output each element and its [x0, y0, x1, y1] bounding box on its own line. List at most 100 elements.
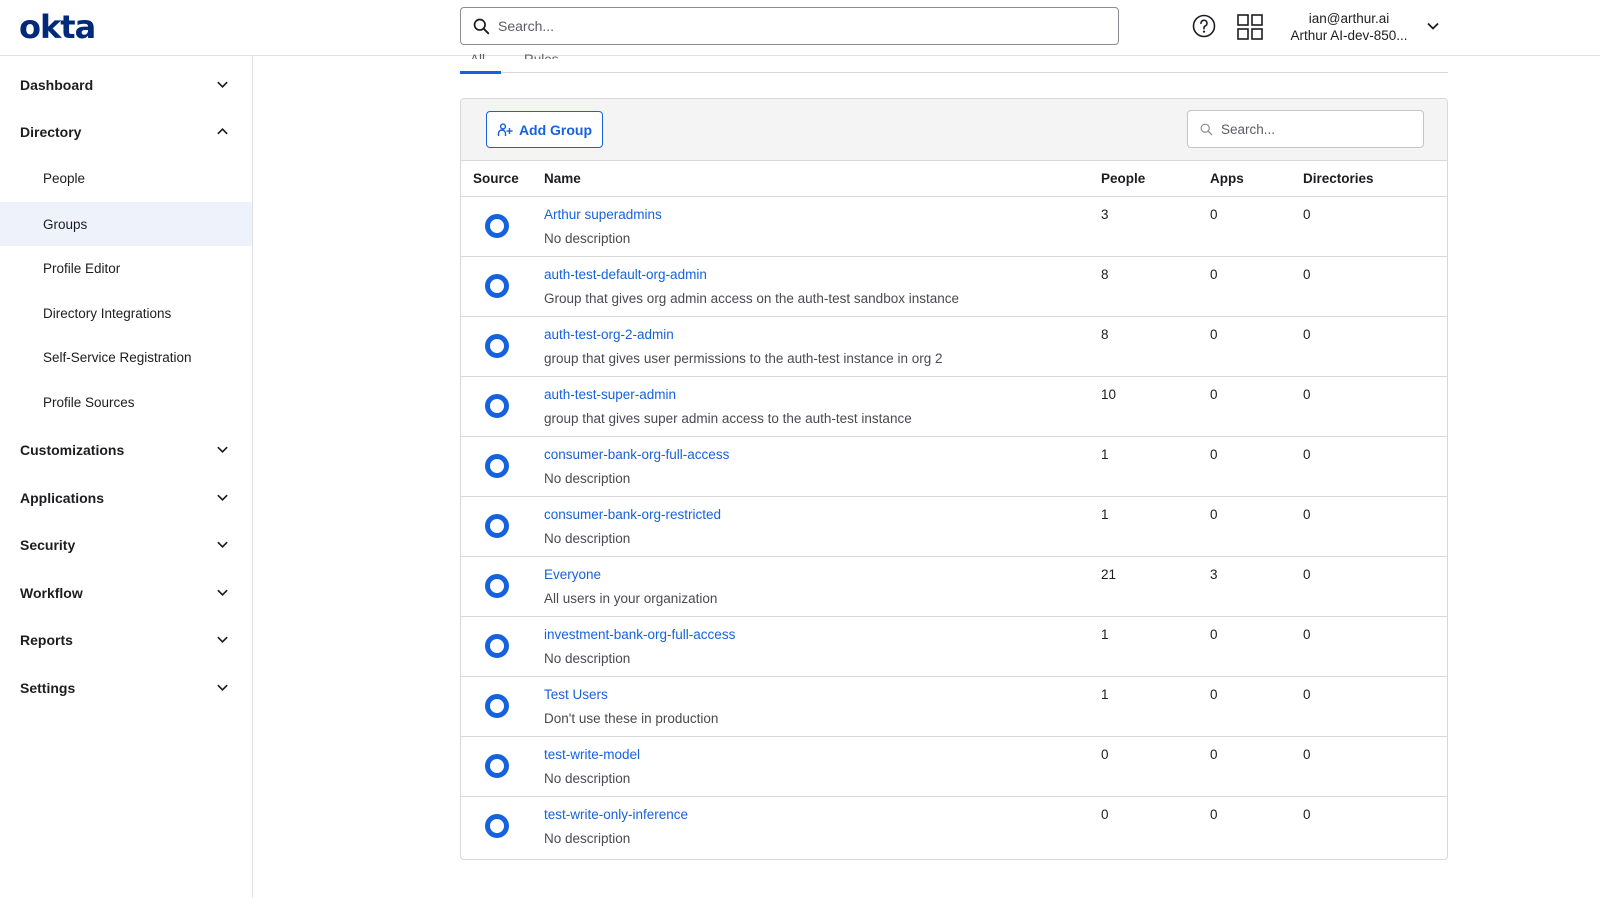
table-row: Arthur superadmins No description 3 0 0 — [461, 197, 1447, 257]
group-name-link[interactable]: auth-test-super-admin — [544, 387, 676, 402]
sidebar-item-label: Customizations — [20, 441, 125, 458]
chevron-down-icon — [217, 684, 228, 692]
chevron-down-icon[interactable] — [1426, 19, 1440, 33]
okta-source-icon — [485, 214, 509, 238]
global-search-box[interactable] — [460, 7, 1119, 45]
sidebar-item-label: Workflow — [20, 584, 83, 601]
table-row: consumer-bank-org-full-access No descrip… — [461, 437, 1447, 497]
group-name-link[interactable]: Arthur superadmins — [544, 207, 662, 222]
okta-logo[interactable]: okta — [19, 8, 96, 46]
group-name-link[interactable]: test-write-model — [544, 747, 640, 762]
sidebar-subitem-label: Directory Integrations — [43, 305, 172, 321]
tabs-divider — [460, 72, 1448, 73]
user-org: Arthur AI-dev-850... — [1290, 28, 1408, 43]
sidebar-subitem-label: Profile Sources — [43, 394, 135, 410]
group-description: group that gives super admin access to t… — [544, 411, 912, 426]
global-search-input[interactable] — [498, 18, 1098, 34]
sidebar-item-label: Directory — [20, 123, 82, 140]
sidebar: Dashboard Directory People Groups Profil… — [0, 56, 253, 898]
people-count: 21 — [1101, 567, 1117, 582]
group-name-link[interactable]: Everyone — [544, 567, 601, 582]
sidebar-subitem-label: People — [43, 170, 86, 186]
groups-search-box[interactable] — [1187, 110, 1424, 148]
table-row: consumer-bank-org-restricted No descript… — [461, 497, 1447, 557]
people-count: 1 — [1101, 507, 1109, 522]
group-name-link[interactable]: test-write-only-inference — [544, 807, 688, 822]
add-group-label: Add Group — [518, 121, 593, 138]
sidebar-subitem-label: Self-Service Registration — [43, 349, 192, 365]
sidebar-item-security[interactable]: Security — [0, 521, 252, 568]
app-switcher-icon[interactable] — [1237, 14, 1263, 40]
sidebar-item-settings[interactable]: Settings — [0, 664, 252, 711]
table-row: test-write-only-inference No description… — [461, 797, 1447, 857]
chevron-up-icon — [217, 127, 228, 135]
sidebar-item-applications[interactable]: Applications — [0, 474, 252, 521]
people-count: 8 — [1101, 327, 1109, 342]
table-row: Test Users Don't use these in production… — [461, 677, 1447, 737]
group-description: group that gives user permissions to the… — [544, 351, 943, 366]
directories-count: 0 — [1303, 747, 1311, 762]
people-count: 10 — [1101, 387, 1117, 402]
group-description: No description — [544, 231, 631, 246]
groups-panel: Add Group Source Name People Apps Direct… — [460, 98, 1448, 860]
group-description: No description — [544, 831, 631, 846]
groups-search-input[interactable] — [1221, 121, 1421, 137]
group-description: Group that gives org admin access on the… — [544, 291, 959, 306]
sidebar-item-reports[interactable]: Reports — [0, 616, 252, 663]
apps-count: 0 — [1210, 327, 1218, 342]
group-name-link[interactable]: Test Users — [544, 687, 608, 702]
directories-count: 0 — [1303, 327, 1311, 342]
sidebar-item-workflow[interactable]: Workflow — [0, 569, 252, 616]
chevron-down-icon — [217, 541, 228, 549]
apps-count: 3 — [1210, 567, 1218, 582]
add-group-button[interactable]: Add Group — [486, 111, 603, 148]
column-header-apps: Apps — [1210, 171, 1244, 186]
sidebar-subitem-profile-editor[interactable]: Profile Editor — [0, 246, 252, 290]
table-row: auth-test-default-org-admin Group that g… — [461, 257, 1447, 317]
okta-source-icon — [485, 394, 509, 418]
apps-count: 0 — [1210, 627, 1218, 642]
sidebar-subitem-directory-integrations[interactable]: Directory Integrations — [0, 291, 252, 335]
table-header: Source Name People Apps Directories — [461, 161, 1447, 197]
tab-rules[interactable]: Rules — [524, 45, 559, 59]
column-header-people: People — [1101, 171, 1146, 186]
chevron-down-icon — [217, 81, 228, 89]
group-name-link[interactable]: auth-test-org-2-admin — [544, 327, 674, 342]
group-name-link[interactable]: auth-test-default-org-admin — [544, 267, 707, 282]
user-menu[interactable]: ian@arthur.ai Arthur AI-dev-850... — [1280, 10, 1418, 44]
group-description: All users in your organization — [544, 591, 718, 606]
sidebar-item-dashboard[interactable]: Dashboard — [0, 61, 252, 108]
okta-source-icon — [485, 694, 509, 718]
table-row: Everyone All users in your organization … — [461, 557, 1447, 617]
group-name-link[interactable]: consumer-bank-org-full-access — [544, 447, 729, 462]
people-count: 1 — [1101, 627, 1109, 642]
user-email: ian@arthur.ai — [1308, 11, 1390, 26]
sidebar-item-customizations[interactable]: Customizations — [0, 426, 252, 473]
chevron-down-icon — [217, 589, 228, 597]
directories-count: 0 — [1303, 507, 1311, 522]
sidebar-subitem-profile-sources[interactable]: Profile Sources — [0, 380, 252, 424]
group-description: Don't use these in production — [544, 711, 719, 726]
sidebar-subitem-self-service-registration[interactable]: Self-Service Registration — [0, 335, 252, 379]
apps-count: 0 — [1210, 267, 1218, 282]
group-name-link[interactable]: investment-bank-org-full-access — [544, 627, 735, 642]
apps-count: 0 — [1210, 507, 1218, 522]
help-icon[interactable] — [1192, 14, 1216, 38]
apps-count: 0 — [1210, 747, 1218, 762]
sidebar-subitem-groups[interactable]: Groups — [0, 202, 252, 246]
chevron-down-icon — [217, 494, 228, 502]
table-row: auth-test-org-2-admin group that gives u… — [461, 317, 1447, 377]
people-count: 3 — [1101, 207, 1109, 222]
group-description: No description — [544, 471, 631, 486]
add-group-icon — [497, 122, 513, 136]
group-name-link[interactable]: consumer-bank-org-restricted — [544, 507, 721, 522]
okta-source-icon — [485, 754, 509, 778]
sidebar-item-directory[interactable]: Directory — [0, 108, 252, 155]
okta-source-icon — [485, 634, 509, 658]
sidebar-subitem-people[interactable]: People — [0, 156, 252, 200]
top-header: okta ian@arthur.ai Arthur AI-dev-850... — [0, 0, 1600, 56]
people-count: 1 — [1101, 687, 1109, 702]
people-count: 8 — [1101, 267, 1109, 282]
directories-count: 0 — [1303, 207, 1311, 222]
tab-all[interactable]: All — [470, 45, 485, 59]
